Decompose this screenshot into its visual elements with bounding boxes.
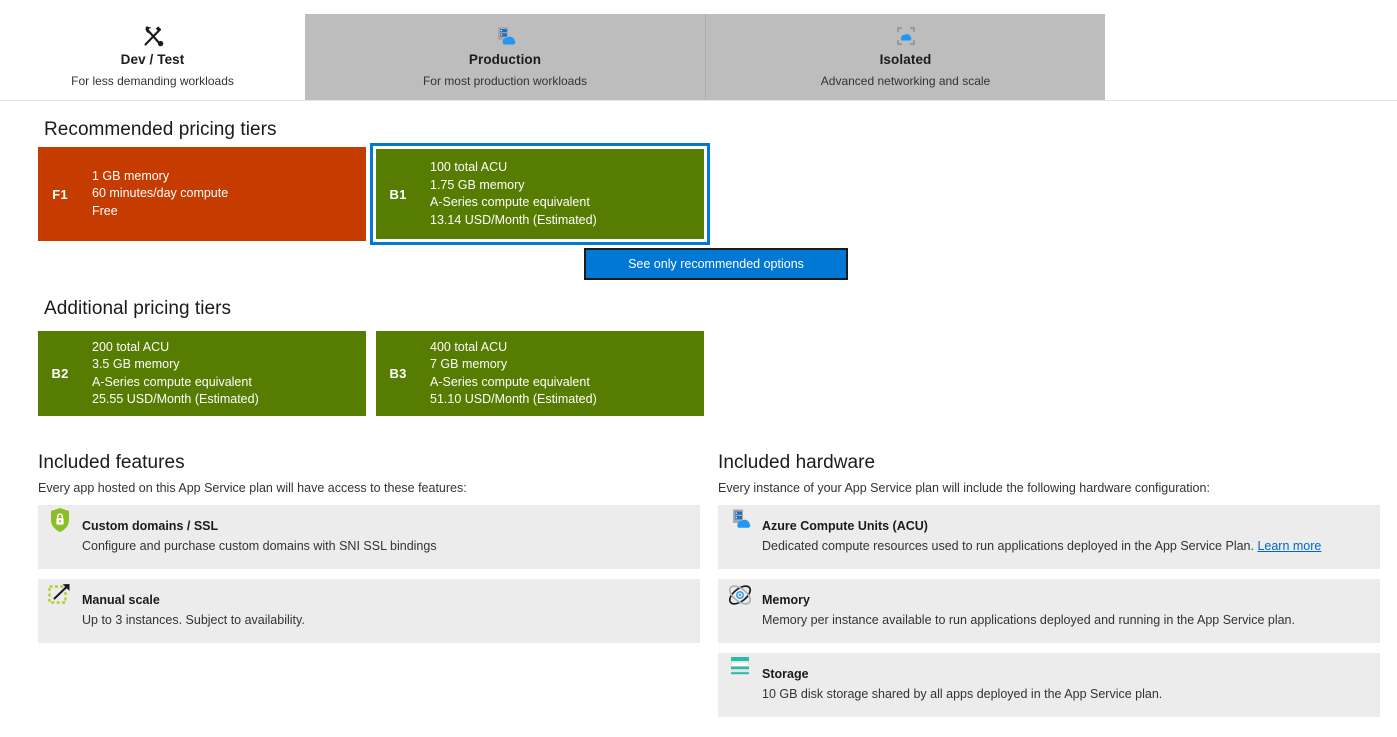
storage-icon (718, 653, 762, 677)
tab-production[interactable]: Production For most production workloads (305, 14, 705, 101)
hardware-description: Dedicated compute resources used to run … (762, 537, 1380, 555)
see-only-recommended-options-button[interactable]: See only recommended options (584, 248, 848, 280)
tier-line: 60 minutes/day compute (92, 186, 229, 201)
pricing-tier-card-f1[interactable]: F1 1 GB memory 60 minutes/day compute Fr… (38, 147, 366, 241)
hardware-description-text: Dedicated compute resources used to run … (762, 539, 1254, 553)
tier-detail-lines: 100 total ACU 1.75 GB memory A-Series co… (420, 159, 704, 229)
scale-arrow-icon (38, 579, 82, 607)
tab-label: Dev / Test (120, 52, 185, 67)
tier-code: B2 (51, 366, 69, 381)
tab-label: Isolated (879, 52, 932, 67)
tab-subtitle: Advanced networking and scale (820, 74, 991, 88)
included-features-subtitle: Every app hosted on this App Service pla… (38, 481, 467, 495)
feature-row-manual-scale: Manual scale Up to 3 instances. Subject … (38, 579, 700, 643)
feature-body: Manual scale Up to 3 instances. Subject … (82, 579, 700, 629)
tier-line: 13.14 USD/Month (Estimated) (430, 212, 597, 227)
pricing-tier-card-b3[interactable]: B3 400 total ACU 7 GB memory A-Series co… (376, 331, 704, 416)
feature-description: Up to 3 instances. Subject to availabili… (82, 613, 305, 627)
included-hardware-subtitle: Every instance of your App Service plan … (718, 481, 1210, 495)
tabstrip-divider (0, 100, 1397, 101)
feature-body: Custom domains / SSL Configure and purch… (82, 505, 700, 555)
tier-line: 200 total ACU (92, 339, 170, 354)
tier-line: A-Series compute equivalent (92, 374, 252, 389)
tier-line: 100 total ACU (430, 160, 508, 174)
hardware-title: Memory (762, 593, 810, 607)
hardware-body: Storage 10 GB disk storage shared by all… (762, 653, 1380, 703)
tier-line: 51.10 USD/Month (Estimated) (430, 392, 597, 406)
tier-line: Free (92, 203, 118, 218)
included-hardware-heading: Included hardware (718, 452, 876, 473)
hardware-title: Azure Compute Units (ACU) (762, 519, 928, 533)
tier-code: B3 (389, 366, 407, 381)
tier-line: 400 total ACU (430, 339, 508, 354)
tier-detail-lines: 200 total ACU 3.5 GB memory A-Series com… (82, 339, 366, 409)
tier-line: 25.55 USD/Month (Estimated) (92, 392, 259, 406)
hardware-row-memory: Memory Memory per instance available to … (718, 579, 1380, 643)
feature-row-custom-domains-ssl: Custom domains / SSL Configure and purch… (38, 505, 700, 569)
tier-line: A-Series compute equivalent (430, 195, 590, 209)
tier-detail-lines: 1 GB memory 60 minutes/day compute Free (82, 168, 366, 221)
hardware-body: Memory Memory per instance available to … (762, 579, 1380, 629)
tab-isolated[interactable]: Isolated Advanced networking and scale (706, 14, 1105, 101)
server-cloud-icon (718, 505, 762, 531)
feature-title: Manual scale (82, 593, 160, 607)
tab-subtitle: For most production workloads (422, 74, 588, 88)
tier-line: 1 GB memory (92, 168, 170, 183)
tier-line: 1.75 GB memory (430, 177, 525, 192)
additional-pricing-tiers-heading: Additional pricing tiers (44, 298, 232, 319)
tools-icon (0, 23, 305, 49)
tier-line: 3.5 GB memory (92, 357, 180, 371)
tier-detail-lines: 400 total ACU 7 GB memory A-Series compu… (420, 339, 704, 409)
hardware-row-storage: Storage 10 GB disk storage shared by all… (718, 653, 1380, 717)
server-cloud-icon (305, 23, 705, 49)
pricing-tier-card-b2[interactable]: B2 200 total ACU 3.5 GB memory A-Series … (38, 331, 366, 416)
feature-title: Custom domains / SSL (82, 519, 219, 533)
tier-line: A-Series compute equivalent (430, 374, 590, 389)
learn-more-link[interactable]: Learn more (1257, 539, 1321, 553)
cloud-in-frame-icon (706, 23, 1105, 49)
memory-atom-icon (718, 579, 762, 609)
hardware-body: Azure Compute Units (ACU) Dedicated comp… (762, 505, 1380, 555)
tier-code: B1 (389, 186, 407, 202)
pricing-tier-card-b1[interactable]: B1 100 total ACU 1.75 GB memory A-Series… (376, 149, 704, 239)
shield-lock-icon (38, 505, 82, 533)
feature-description: Configure and purchase custom domains wi… (82, 539, 437, 553)
tier-code: F1 (52, 186, 68, 202)
recommended-pricing-tiers-heading: Recommended pricing tiers (44, 119, 277, 140)
pricing-tier-tabstrip: Dev / Test For less demanding workloads … (0, 0, 1397, 101)
hardware-description: 10 GB disk storage shared by all apps de… (762, 687, 1163, 701)
hardware-title: Storage (762, 667, 809, 681)
tab-label: Production (468, 52, 542, 67)
hardware-row-acu: Azure Compute Units (ACU) Dedicated comp… (718, 505, 1380, 569)
hardware-description: Memory per instance available to run app… (762, 613, 1295, 627)
tier-line: 7 GB memory (430, 357, 508, 371)
tab-dev-test[interactable]: Dev / Test For less demanding workloads (0, 14, 305, 101)
tab-subtitle: For less demanding workloads (71, 74, 234, 88)
included-features-heading: Included features (38, 452, 185, 473)
